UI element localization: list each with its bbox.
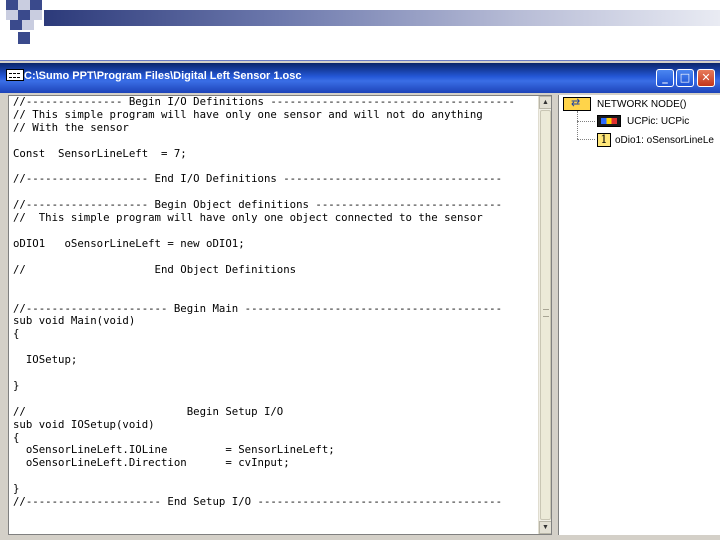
tree-node-ucpic[interactable]: UCPic: UCPic bbox=[627, 116, 689, 127]
decor-square bbox=[6, 0, 18, 10]
dio-object-icon[interactable]: 1 bbox=[597, 133, 611, 147]
decor-square bbox=[30, 0, 42, 10]
decor-square bbox=[30, 10, 42, 20]
tree-node-network[interactable]: NETWORK NODE() bbox=[597, 99, 686, 110]
maximize-button[interactable]: □ bbox=[676, 69, 694, 87]
tree-connector bbox=[577, 111, 578, 139]
decor-square bbox=[6, 10, 18, 20]
code-editor[interactable]: //--------------- Begin I/O Definitions … bbox=[8, 95, 552, 535]
source-code[interactable]: //--------------- Begin I/O Definitions … bbox=[13, 96, 515, 509]
editor-window: C:\Sumo PPT\Program Files\Digital Left S… bbox=[0, 60, 720, 540]
decor-square bbox=[18, 10, 30, 20]
decor-square bbox=[18, 0, 30, 10]
window-titlebar[interactable]: C:\Sumo PPT\Program Files\Digital Left S… bbox=[0, 63, 720, 93]
network-tree: NETWORK NODE() UCPic: UCPic 1 oDio1: oSe… bbox=[558, 95, 720, 535]
vertical-scrollbar[interactable]: ▲ ▼ bbox=[538, 96, 551, 534]
window-title: C:\Sumo PPT\Program Files\Digital Left S… bbox=[24, 70, 302, 82]
app-icon[interactable] bbox=[6, 69, 24, 81]
slide-decoration bbox=[0, 0, 720, 56]
decor-square bbox=[10, 20, 22, 30]
scroll-down-arrow-icon[interactable]: ▼ bbox=[539, 521, 551, 534]
decor-square bbox=[22, 20, 34, 30]
minimize-button[interactable]: _ bbox=[656, 69, 674, 87]
decor-square bbox=[18, 32, 30, 44]
decor-gradient-band bbox=[44, 10, 720, 26]
scroll-up-arrow-icon[interactable]: ▲ bbox=[539, 96, 551, 109]
scrollbar-grip-icon bbox=[543, 309, 549, 317]
tree-connector bbox=[577, 121, 595, 122]
ucp-board-icon[interactable] bbox=[597, 115, 621, 127]
tree-node-odio1[interactable]: oDio1: oSensorLineLe bbox=[615, 135, 714, 146]
tree-connector bbox=[577, 139, 595, 140]
close-button[interactable]: ✕ bbox=[697, 69, 715, 87]
scrollbar-thumb[interactable] bbox=[540, 110, 551, 520]
network-node-icon[interactable] bbox=[563, 96, 591, 111]
